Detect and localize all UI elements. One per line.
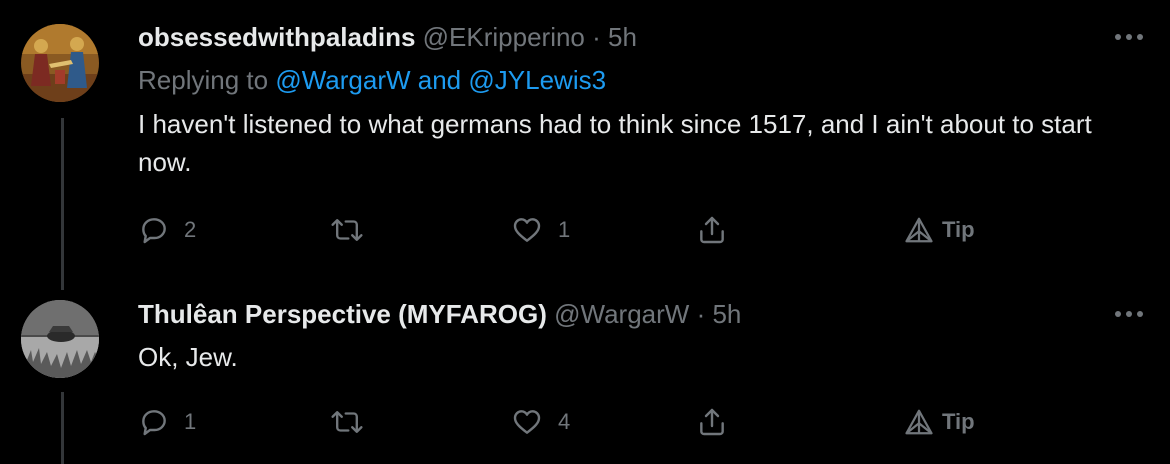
tip-icon	[904, 216, 934, 244]
like-icon	[510, 214, 544, 246]
like-icon	[510, 406, 544, 438]
like-button[interactable]: 1	[510, 210, 570, 250]
reply-button[interactable]: 1	[138, 402, 196, 442]
separator-dot: ·	[696, 299, 706, 329]
reply-button[interactable]: 2	[138, 210, 196, 250]
tweet-header: Thulêan Perspective (MYFAROG) @WargarW ·…	[138, 297, 741, 331]
retweet-icon	[330, 214, 364, 246]
user-handle[interactable]: @WargarW	[554, 299, 689, 329]
tip-icon	[904, 408, 934, 436]
timestamp[interactable]: 5h	[608, 22, 637, 52]
retweet-icon	[330, 406, 364, 438]
tweet-actions: 2 1 Tip	[138, 210, 1038, 250]
like-count: 4	[558, 409, 571, 434]
tweet[interactable]: obsessedwithpaladins @EKripperino · 5h R…	[0, 0, 1170, 290]
tweet-actions: 1 4 Tip	[138, 402, 1038, 442]
tweet-header: obsessedwithpaladins @EKripperino · 5h	[138, 20, 637, 54]
tip-label: Tip	[942, 409, 975, 434]
more-icon[interactable]	[1112, 307, 1146, 321]
reply-icon	[138, 406, 170, 438]
replying-to: Replying to @WargarW and @JYLewis3	[138, 63, 606, 97]
reply-icon	[138, 214, 170, 246]
mention-link[interactable]: @WargarW	[275, 65, 410, 95]
user-handle[interactable]: @EKripperino	[423, 22, 585, 52]
replying-to-label: Replying to	[138, 65, 269, 95]
separator-dot: ·	[592, 22, 601, 52]
tip-label: Tip	[942, 217, 975, 242]
avatar[interactable]	[21, 24, 99, 102]
share-button[interactable]	[696, 402, 728, 442]
display-name[interactable]: obsessedwithpaladins	[138, 22, 415, 52]
tweet-text: Ok, Jew.	[138, 342, 238, 372]
share-button[interactable]	[696, 210, 728, 250]
display-name[interactable]: Thulêan Perspective (MYFAROG)	[138, 299, 547, 329]
share-icon	[696, 213, 728, 247]
reply-count: 2	[184, 217, 197, 242]
reply-count: 1	[184, 409, 197, 434]
avatar[interactable]	[21, 300, 99, 378]
tip-button[interactable]: Tip	[904, 210, 975, 250]
tweet-text: I haven't listened to what germans had t…	[138, 109, 1092, 177]
thread-connector-line	[61, 392, 64, 464]
mention-link[interactable]: @JYLewis3	[468, 65, 606, 95]
like-button[interactable]: 4	[510, 402, 570, 442]
timestamp[interactable]: 5h	[712, 299, 741, 329]
tip-button[interactable]: Tip	[904, 402, 975, 442]
conversation-thread: obsessedwithpaladins @EKripperino · 5h R…	[0, 0, 1170, 464]
replying-joiner[interactable]: and	[418, 65, 461, 95]
retweet-button[interactable]	[330, 402, 378, 442]
thread-connector-line	[61, 118, 64, 290]
tweet[interactable]: Thulêan Perspective (MYFAROG) @WargarW ·…	[0, 290, 1170, 464]
like-count: 1	[558, 217, 571, 242]
share-icon	[696, 405, 728, 439]
more-icon[interactable]	[1112, 30, 1146, 44]
retweet-button[interactable]	[330, 210, 378, 250]
